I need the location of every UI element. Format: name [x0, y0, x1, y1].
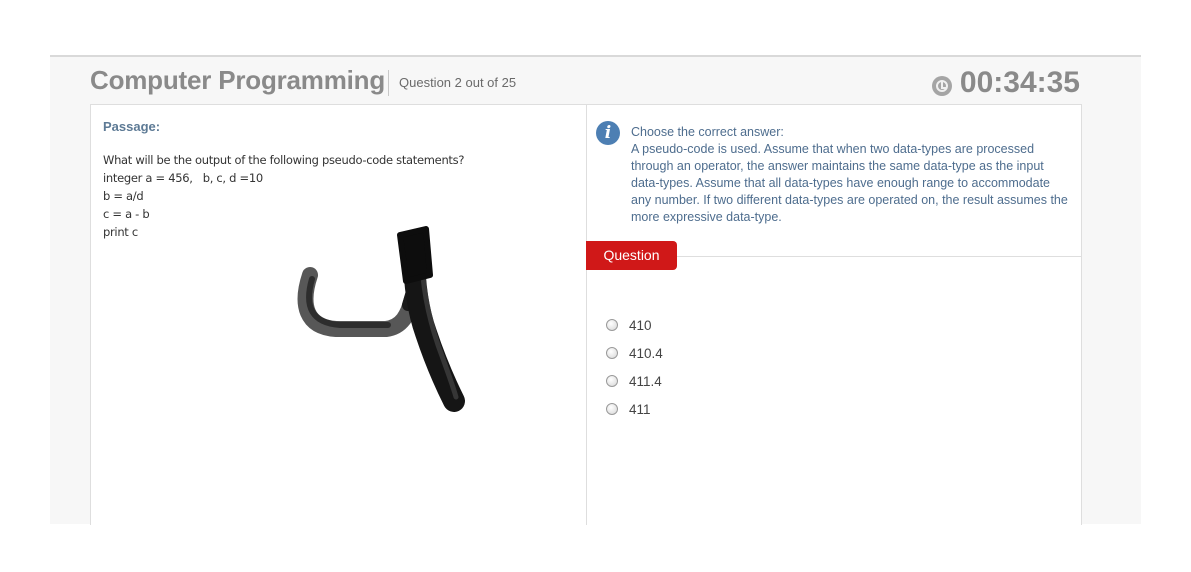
passage-line: b = a/d	[103, 189, 144, 203]
option-label: 410	[629, 317, 652, 333]
tab-divider	[677, 256, 1081, 257]
question-card: Passage: What will be the output of the …	[90, 104, 1082, 525]
radio-button[interactable]	[606, 403, 618, 415]
timer: 00:34:35	[931, 66, 1080, 100]
passage-line: What will be the output of the following…	[103, 153, 465, 167]
passage-line: integer a = 456, b, c, d =10	[103, 171, 263, 185]
radio-button[interactable]	[606, 347, 618, 359]
passage-pane: Passage: What will be the output of the …	[91, 105, 587, 525]
clock-icon	[931, 76, 952, 96]
answer-option[interactable]: 411	[606, 395, 663, 423]
question-counter: Question 2 out of 25	[388, 70, 516, 96]
answer-option[interactable]: 410.4	[606, 339, 663, 367]
passage-label: Passage:	[103, 119, 161, 134]
answer-option[interactable]: 410	[606, 311, 663, 339]
answer-options: 410 410.4 411.4 411	[606, 311, 663, 423]
exam-title: Computer Programming	[90, 65, 386, 95]
answer-option[interactable]: 411.4	[606, 367, 663, 395]
instructions-heading: Choose the correct answer:	[631, 125, 784, 139]
info-icon: i	[596, 121, 620, 145]
radio-button[interactable]	[606, 319, 618, 331]
instructions: Choose the correct answer: A pseudo-code…	[631, 124, 1071, 226]
option-label: 411.4	[629, 373, 662, 389]
handwritten-scribble	[297, 226, 465, 412]
option-label: 410.4	[629, 345, 663, 361]
timer-value: 00:34:35	[959, 66, 1080, 99]
option-label: 411	[629, 401, 651, 417]
tab-question[interactable]: Question	[586, 241, 677, 270]
instructions-text: A pseudo-code is used. Assume that when …	[631, 142, 1068, 224]
exam-header: Computer Programming Question 2 out of 2…	[90, 65, 1090, 99]
question-pane: i Choose the correct answer: A pseudo-co…	[586, 105, 1081, 525]
radio-button[interactable]	[606, 375, 618, 387]
exam-frame: Computer Programming Question 2 out of 2…	[50, 55, 1141, 525]
